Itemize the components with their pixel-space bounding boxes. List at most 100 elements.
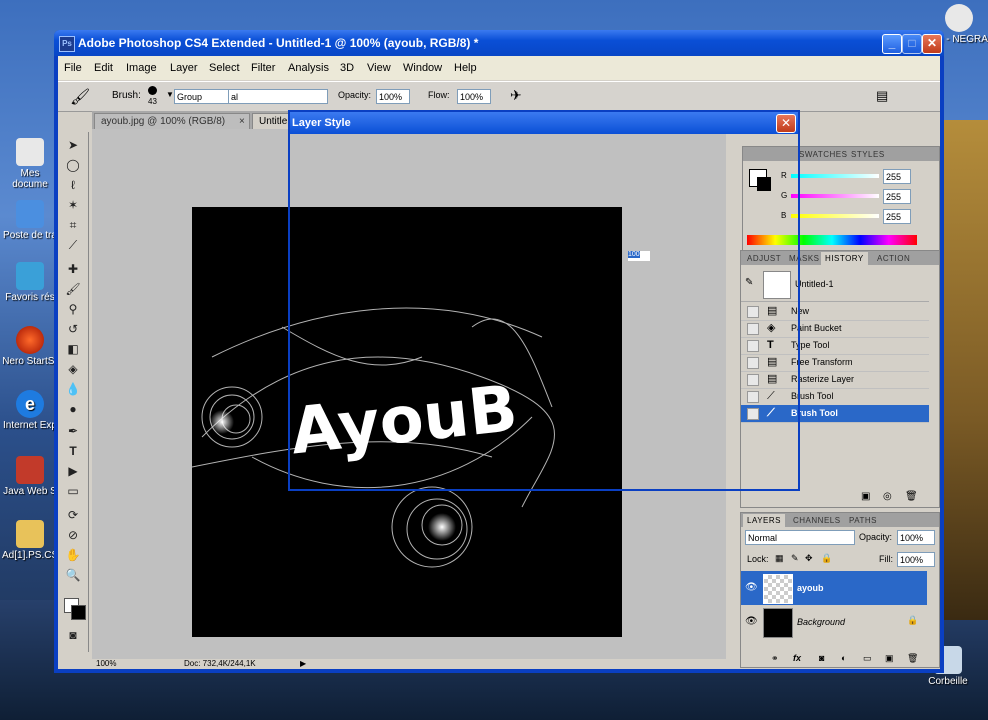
dodge-tool-icon[interactable]: ● bbox=[63, 400, 83, 418]
desktop-icon-java[interactable]: Java Web S bbox=[2, 456, 58, 497]
new-snapshot-icon[interactable]: ◎ bbox=[883, 491, 892, 502]
mode-select-2[interactable]: al bbox=[228, 89, 328, 104]
layer-opacity-input[interactable]: 100% bbox=[897, 530, 935, 545]
eyedropper-icon[interactable]: ⟋ bbox=[63, 236, 83, 254]
tab-close-icon[interactable]: × bbox=[239, 114, 245, 130]
blend-mode-select[interactable]: Normal bbox=[745, 530, 855, 545]
fill-input[interactable]: 100% bbox=[897, 552, 935, 567]
flow-label: Flow: bbox=[428, 90, 450, 100]
close-button[interactable]: ✕ bbox=[922, 34, 942, 54]
lock-all-icon[interactable]: 🔒 bbox=[821, 553, 832, 564]
lasso-tool-icon[interactable]: ℓ bbox=[63, 176, 83, 194]
quick-mask-icon[interactable]: ◙ bbox=[63, 626, 83, 644]
desktop-icon-network[interactable]: Favoris rés bbox=[2, 262, 58, 303]
pen-tool-icon[interactable]: ✒ bbox=[63, 422, 83, 440]
background-color-swatch[interactable] bbox=[71, 605, 86, 620]
opacity-input[interactable]: 100% bbox=[376, 89, 410, 104]
menu-select[interactable]: Select bbox=[209, 62, 240, 74]
brush-icon[interactable]: 🖌 bbox=[63, 280, 83, 298]
g-slider[interactable] bbox=[791, 194, 879, 198]
menu-image[interactable]: Image bbox=[126, 62, 157, 74]
marquee-tool-icon[interactable]: ◯ bbox=[63, 156, 83, 174]
menu-layer[interactable]: Layer bbox=[170, 62, 198, 74]
eye-icon[interactable]: 👁 bbox=[745, 616, 758, 627]
tab-swatches[interactable]: SWATCHES bbox=[795, 148, 851, 161]
menu-3d[interactable]: 3D bbox=[340, 62, 354, 74]
hand-tool-icon[interactable]: ✋ bbox=[63, 546, 83, 564]
tab-layers[interactable]: LAYERS bbox=[743, 514, 785, 527]
b-input[interactable]: 255 bbox=[883, 209, 911, 224]
brush-preview-icon[interactable] bbox=[148, 86, 157, 95]
lock-transparency-icon[interactable]: ▦ bbox=[775, 553, 784, 564]
zoom-level[interactable]: 100% bbox=[96, 659, 116, 668]
r-input[interactable]: 255 bbox=[883, 169, 911, 184]
dialog-close-button[interactable]: ✕ bbox=[776, 114, 796, 133]
menu-bar: File Edit Image Layer Select Filter Anal… bbox=[58, 56, 940, 80]
delete-layer-icon[interactable]: 🗑 bbox=[907, 653, 918, 664]
maximize-button[interactable]: □ bbox=[902, 34, 922, 54]
r-slider[interactable] bbox=[791, 174, 879, 178]
fx-icon[interactable]: fx bbox=[793, 653, 801, 663]
menu-help[interactable]: Help bbox=[454, 62, 477, 74]
type-tool-icon[interactable]: T bbox=[63, 442, 83, 460]
delete-state-icon[interactable]: 🗑 bbox=[905, 491, 918, 502]
menu-file[interactable]: File bbox=[64, 62, 82, 74]
tab-channels[interactable]: CHANNELS bbox=[789, 514, 845, 527]
crop-tool-icon[interactable]: ⌗ bbox=[63, 216, 83, 234]
new-layer-icon[interactable]: ▣ bbox=[885, 653, 894, 664]
airbrush-icon[interactable]: ✈ bbox=[510, 87, 522, 104]
healing-brush-icon[interactable]: ✚ bbox=[63, 260, 83, 278]
zoom-tool-icon[interactable]: 🔍 bbox=[63, 566, 83, 584]
new-document-from-state-icon[interactable]: ▣ bbox=[861, 491, 870, 502]
layer-style-dialog[interactable]: Layer Style ✕ bbox=[288, 110, 800, 491]
blur-tool-icon[interactable]: 💧 bbox=[63, 380, 83, 398]
add-mask-icon[interactable]: ◙ bbox=[819, 653, 824, 663]
history-brush-icon[interactable]: ↺ bbox=[63, 320, 83, 338]
desktop-icon-nero[interactable]: Nero StartSr bbox=[2, 326, 58, 367]
menu-window[interactable]: Window bbox=[403, 62, 442, 74]
status-menu-arrow-icon[interactable]: ▶ bbox=[300, 659, 306, 668]
lock-position-icon[interactable]: ✥ bbox=[805, 553, 813, 564]
shape-tool-icon[interactable]: ▭ bbox=[63, 482, 83, 500]
paint-bucket-icon[interactable]: ◈ bbox=[63, 360, 83, 378]
menu-edit[interactable]: Edit bbox=[94, 62, 113, 74]
new-group-icon[interactable]: ▭ bbox=[863, 653, 872, 664]
desktop-icon-folder[interactable]: Ad[1].PS.CS bbox=[2, 520, 58, 561]
eraser-icon[interactable]: ◧ bbox=[63, 340, 83, 358]
menu-analysis[interactable]: Analysis bbox=[288, 62, 329, 74]
options-bar: 🖌 Brush: 43 ▼ Group al Opacity: 100% Flo… bbox=[58, 81, 940, 112]
b-slider[interactable] bbox=[791, 214, 879, 218]
move-tool-icon[interactable]: ➤ bbox=[63, 136, 83, 154]
layer-row-ayoub[interactable]: 👁 ayoub bbox=[741, 571, 927, 605]
clone-stamp-icon[interactable]: ⚲ bbox=[63, 300, 83, 318]
title-bar[interactable]: Ps Adobe Photoshop CS4 Extended - Untitl… bbox=[54, 30, 944, 56]
eye-icon[interactable]: 👁 bbox=[745, 582, 758, 593]
workspace-icon[interactable]: ▤ bbox=[876, 88, 888, 104]
g-input[interactable]: 255 bbox=[883, 189, 911, 204]
3d-rotate-icon[interactable]: ⟳ bbox=[63, 506, 83, 524]
magic-wand-icon[interactable]: ✶ bbox=[63, 196, 83, 214]
tab-styles[interactable]: STYLES bbox=[847, 148, 889, 161]
3d-orbit-icon[interactable]: ⊘ bbox=[63, 526, 83, 544]
minimize-button[interactable]: _ bbox=[882, 34, 902, 54]
dialog-title[interactable]: Layer Style bbox=[290, 112, 798, 134]
menu-view[interactable]: View bbox=[367, 62, 391, 74]
flow-input[interactable]: 100% bbox=[457, 89, 491, 104]
adjustment-layer-icon[interactable]: ◐ bbox=[841, 653, 846, 663]
brush-dropdown-icon[interactable]: ▼ bbox=[166, 90, 174, 99]
menu-filter[interactable]: Filter bbox=[251, 62, 275, 74]
path-selection-icon[interactable]: ▶ bbox=[63, 462, 83, 480]
desktop-icon-ie[interactable]: e Internet Exp bbox=[2, 390, 58, 431]
brush-tool-icon[interactable]: 🖌 bbox=[70, 87, 90, 107]
lock-pixels-icon[interactable]: ✎ bbox=[791, 553, 799, 564]
link-layers-icon[interactable]: ⚭ bbox=[771, 653, 779, 664]
tab-paths[interactable]: PATHS bbox=[845, 514, 881, 527]
tab-actions[interactable]: ACTION bbox=[873, 252, 914, 265]
layer-thumbnail bbox=[763, 608, 793, 638]
tab-ayoub-jpg[interactable]: ayoub.jpg @ 100% (RGB/8) × bbox=[94, 113, 250, 129]
desktop-icon-computer[interactable]: Poste de tra bbox=[2, 200, 58, 241]
layer-row-background[interactable]: 👁 Background 🔒 bbox=[741, 605, 927, 639]
tab-untitled[interactable]: Untitle bbox=[252, 113, 292, 129]
desktop-icon-documents[interactable]: Mes docume bbox=[2, 138, 58, 190]
tab-history[interactable]: HISTORY bbox=[821, 252, 868, 265]
